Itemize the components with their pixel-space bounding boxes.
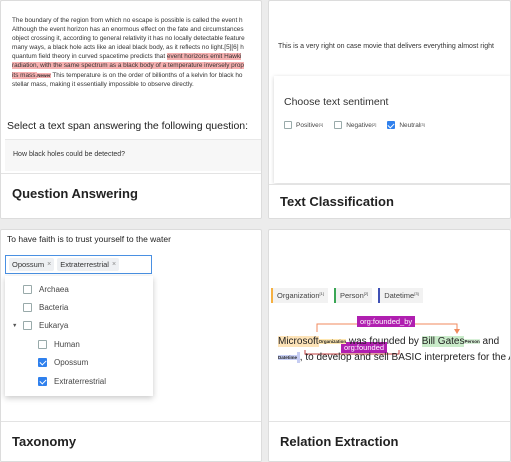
sentiment-option-positive[interactable]: Positive[1] [284,121,323,129]
question-box: How black holes could be detected? [5,139,261,171]
checkbox[interactable] [23,302,32,312]
selected-chip: Extraterrestrial × [57,258,120,271]
highlight-label-tag: Newer [37,72,51,78]
selected-chip: Opossum × [9,258,55,271]
passage-line: quantum field theory in curved spacetime… [12,52,261,61]
tree-item-archaea[interactable]: Archaea [23,281,69,297]
tree-item-bacteria[interactable]: Bacteria [23,299,68,315]
card-title: Relation Extraction [269,421,510,461]
tree-item-opossum[interactable]: Opossum [38,354,88,370]
question-text: How black holes could be detected? [13,151,126,158]
tree-item-label: Bacteria [39,302,69,312]
qa-passage: The boundary of the region from which no… [12,16,261,89]
relation-extraction-card: Organization[1] Person[2] Datetime[3] or… [268,229,511,462]
sentiment-option-negative[interactable]: Negative[2] [334,121,376,129]
entity-organization[interactable]: Microsoft [278,336,319,347]
tree-item-label: Opossum [54,357,89,367]
checkbox[interactable] [38,339,47,349]
sentence-text: was founded by [346,336,422,347]
taxonomy-text: To have faith is to trust yourself to th… [7,234,171,244]
hotkey-hint: [2] [371,121,377,127]
sentiment-prompt: Choose text sentiment [284,96,389,108]
tree-item-human[interactable]: Human [38,336,80,352]
passage-line: its mass.Newer This temperature is on th… [12,71,261,80]
relation-chip-founded-by[interactable]: org:founded_by [357,316,416,327]
answer-highlight[interactable]: its mass. [12,71,38,79]
passage-text: This temperature is on the order of bill… [50,71,243,79]
entity-tag: Organization [318,339,347,344]
sentiment-panel: Choose text sentiment Positive[1] Negati… [274,76,510,183]
hotkey-hint: [3] [420,121,425,127]
passage-line: many ways, a black hole acts like an ide… [12,44,244,52]
sentiment-option-neutral[interactable]: Neutral[3] [387,121,425,129]
passage-text: quantum field theory in curved spacetime… [12,53,166,61]
sentence-text: , to develop and sell BASIC interpreters… [299,352,511,363]
hotkey-hint: [1] [318,121,324,127]
taxonomy-dropdown: Archaea Bacteria ▼ Eukarya Human Opossum… [5,276,153,396]
passage-line: object crossing it, according to general… [12,35,245,43]
sentiment-options: Positive[1] Negative[2] Neutral[3] [284,121,425,129]
chip-label: Extraterrestrial [60,260,109,269]
checkbox[interactable] [284,121,292,129]
sentence-line: Datetime , to develop and sell BASIC int… [278,350,511,366]
option-label: Positive [296,121,319,129]
option-label: Neutral [399,121,421,129]
relation-sentence: MicrosoftOrganization was founded by Bil… [278,334,511,366]
tree-item-eukarya[interactable]: Eukarya [23,317,68,333]
card-title: Taxonomy [1,421,261,461]
answer-highlight[interactable]: radiation, with the same spectrum as a b… [12,62,244,70]
tree-item-label: Eukarya [39,320,69,330]
remove-chip-icon[interactable]: × [47,261,51,268]
checkbox-checked[interactable] [387,121,396,129]
checkbox[interactable] [23,284,32,294]
remove-chip-icon[interactable]: × [112,261,116,268]
question-prompt: Select a text span answering the followi… [7,120,249,132]
option-label: Negative [346,121,372,129]
tree-item-label: Archaea [39,284,69,294]
tree-item-extraterrestrial[interactable]: Extraterrestrial [38,373,106,389]
checkbox[interactable] [23,320,32,330]
text-classification-card: This is a very right on case movie that … [268,0,511,219]
passage-line: stellar mass, making it essentially impo… [12,80,194,88]
chip-label: Opossum [12,260,45,269]
classification-text: This is a very right on case movie that … [278,43,494,50]
checkbox-checked[interactable] [38,376,47,386]
taxonomy-select[interactable]: Opossum × Extraterrestrial × [5,255,152,274]
entity-tag: Datetime [278,355,298,360]
tree-item-label: Extraterrestrial [54,376,107,386]
taxonomy-card: To have faith is to trust yourself to th… [0,229,262,462]
passage-line: The boundary of the region from which no… [12,17,243,24]
entity-tag: Person [464,339,480,344]
passage-line: radiation, with the same spectrum as a b… [12,61,261,70]
passage-line: Although the event horizon has an enormo… [12,26,244,34]
question-answering-card: The boundary of the region from which no… [0,0,262,219]
checkbox-checked[interactable] [38,357,47,367]
tree-item-label: Human [54,339,80,349]
card-title: Text Classification [269,184,510,218]
checkbox[interactable] [334,121,343,129]
entity-person[interactable]: Bill Gates [421,336,465,347]
sentence-line: MicrosoftOrganization was founded by Bil… [278,334,510,350]
sentence-text: and [479,336,500,347]
expand-caret-icon[interactable]: ▼ [12,323,17,329]
card-title: Question Answering [1,173,261,218]
answer-highlight[interactable]: event horizons emit Hawki [166,53,242,61]
